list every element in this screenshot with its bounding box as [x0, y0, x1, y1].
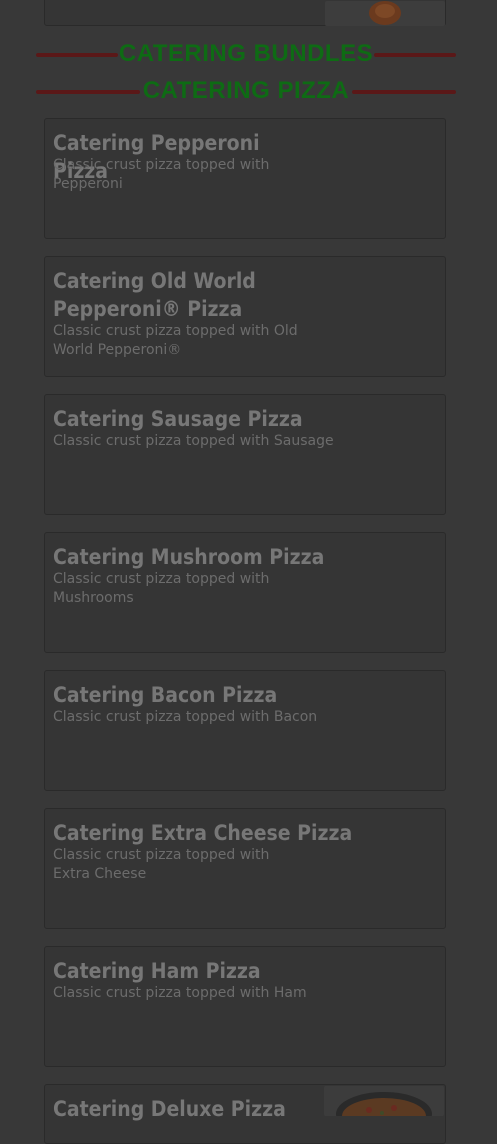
- section-title: CATERING BUNDLES: [118, 40, 374, 67]
- wings-image: [325, 1, 445, 26]
- menu-item-card[interactable]: Catering Sausage Pizza Classic crust piz…: [44, 394, 446, 515]
- item-description: Classic crust pizza topped with Pepperon…: [53, 157, 270, 192]
- menu-item-card[interactable]: [44, 0, 446, 26]
- item-title[interactable]: Catering Mushroom Pizza: [53, 543, 353, 571]
- item-title[interactable]: Catering Ham Pizza: [53, 957, 353, 985]
- menu-item-card[interactable]: Catering Extra Cheese Pizza Classic crus…: [44, 808, 446, 929]
- item-title[interactable]: Catering Deluxe Pizza: [53, 1095, 353, 1123]
- product-image: [325, 1, 445, 26]
- menu-item-card[interactable]: Catering Mushroom Pizza Classic crust pi…: [44, 532, 446, 653]
- item-title[interactable]: Catering Extra Cheese Pizza: [53, 819, 393, 847]
- item-title[interactable]: Catering Sausage Pizza: [53, 405, 353, 433]
- item-description: Classic crust pizza topped with Ham: [53, 985, 307, 1001]
- item-description: Classic crust pizza topped with Old Worl…: [53, 323, 298, 358]
- menu-item-card[interactable]: Catering Bacon Pizza Classic crust pizza…: [44, 670, 446, 791]
- item-description: Classic crust pizza topped with Extra Ch…: [53, 847, 270, 882]
- deluxe-pizza-image: [324, 1086, 444, 1116]
- menu-item-card[interactable]: Catering Old World Pepperoni® Pizza Clas…: [44, 256, 446, 377]
- section-title: CATERING PIZZA: [142, 77, 350, 104]
- menu-item-card[interactable]: Catering Pepperoni Pizza Classic crust p…: [44, 118, 446, 239]
- item-description: Classic crust pizza topped with Bacon: [53, 709, 318, 725]
- item-description: Classic crust pizza topped with Mushroom…: [53, 571, 270, 606]
- item-title[interactable]: Catering Bacon Pizza: [53, 681, 353, 709]
- section-header-bundles: CATERING BUNDLES: [36, 40, 456, 68]
- menu-item-card[interactable]: Catering Deluxe Pizza: [44, 1084, 446, 1144]
- menu-item-card[interactable]: Catering Ham Pizza Classic crust pizza t…: [44, 946, 446, 1067]
- product-image: [324, 1086, 444, 1116]
- section-header-pizza: CATERING PIZZA: [36, 77, 456, 105]
- item-description: Classic crust pizza topped with Sausage: [53, 433, 334, 449]
- item-title[interactable]: Catering Old World Pepperoni® Pizza: [53, 267, 313, 323]
